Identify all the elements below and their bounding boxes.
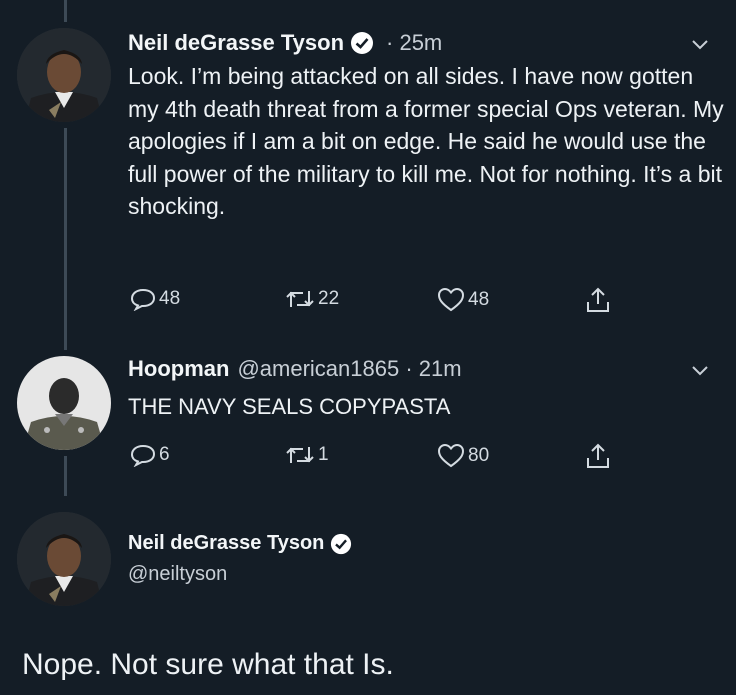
handle-and-time: @american1865 · 21m bbox=[237, 356, 462, 381]
reply-icon bbox=[130, 288, 156, 311]
like-button[interactable]: 80 bbox=[437, 443, 489, 469]
like-button[interactable]: 48 bbox=[437, 287, 489, 313]
retweet-icon bbox=[286, 447, 314, 463]
author-name[interactable]: Neil deGrasse Tyson · 25m bbox=[128, 30, 442, 56]
chevron-down-icon[interactable] bbox=[690, 364, 710, 378]
author-name-label: Neil deGrasse Tyson bbox=[128, 30, 345, 55]
retweet-button[interactable]: 1 bbox=[285, 443, 329, 467]
author-name-label: Neil deGrasse Tyson bbox=[128, 532, 325, 554]
thread-line-1 bbox=[64, 128, 67, 350]
retweet-button[interactable]: 22 bbox=[285, 287, 339, 311]
reply-button[interactable]: 6 bbox=[130, 443, 170, 467]
avatar-photo-icon bbox=[17, 356, 111, 450]
share-icon[interactable] bbox=[585, 442, 611, 470]
author-name-label: Hoopman bbox=[128, 356, 230, 381]
tweet-text: Look. I’m being attacked on all sides. I… bbox=[128, 63, 724, 219]
retweet-count: 22 bbox=[318, 288, 340, 309]
like-count: 48 bbox=[468, 289, 490, 310]
chevron-down-icon[interactable] bbox=[690, 38, 710, 52]
avatar-photo-icon bbox=[17, 28, 111, 122]
verified-badge-icon bbox=[331, 533, 352, 554]
heart-icon bbox=[437, 287, 465, 312]
share-icon[interactable] bbox=[585, 286, 611, 314]
author-handle[interactable]: @neiltyson bbox=[128, 563, 227, 586]
reply-count: 6 bbox=[159, 444, 170, 465]
retweet-icon bbox=[286, 291, 314, 307]
reply-icon bbox=[130, 444, 156, 467]
avatar[interactable] bbox=[17, 28, 111, 122]
avatar-photo-icon bbox=[17, 512, 111, 606]
thread-line-2 bbox=[64, 456, 67, 496]
author-name[interactable]: Neil deGrasse Tyson bbox=[128, 532, 352, 555]
verified-badge-icon bbox=[351, 32, 374, 54]
retweet-count: 1 bbox=[318, 444, 329, 465]
author-name[interactable]: Hoopman @american1865 · 21m bbox=[128, 356, 462, 382]
tweet-text: Nope. Not sure what that Is. bbox=[22, 648, 394, 681]
reply-count: 48 bbox=[159, 288, 181, 309]
reply-button[interactable]: 48 bbox=[130, 287, 180, 311]
like-count: 80 bbox=[468, 445, 490, 466]
tweet-time: · 25m bbox=[386, 30, 443, 55]
tweet-text: THE NAVY SEALS COPYPASTA bbox=[128, 394, 451, 419]
avatar[interactable] bbox=[17, 356, 111, 450]
avatar[interactable] bbox=[17, 512, 111, 606]
thread-line-top bbox=[64, 0, 67, 22]
heart-icon bbox=[437, 443, 465, 468]
